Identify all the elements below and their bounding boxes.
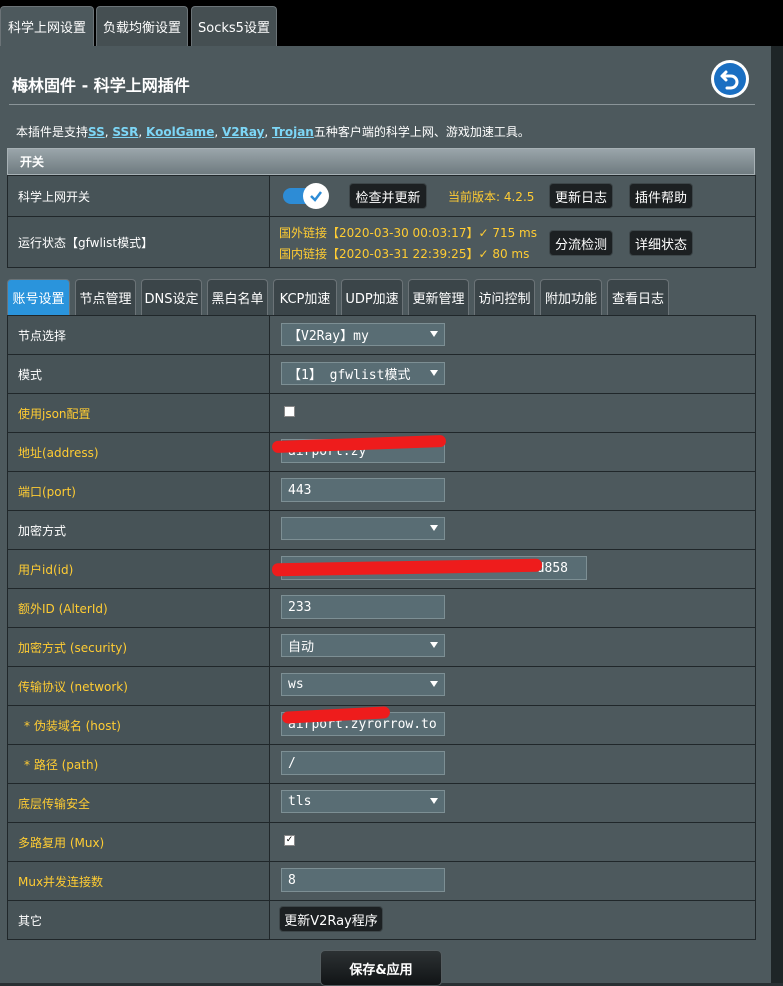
link-koolgame[interactable]: KoolGame xyxy=(146,125,214,139)
tab-extra-features[interactable]: 附加功能 xyxy=(540,279,602,315)
tab-kcp[interactable]: KCP加速 xyxy=(273,279,337,315)
update-v2ray-button[interactable]: 更新V2Ray程序 xyxy=(279,906,383,932)
save-apply-button[interactable]: 保存&应用 xyxy=(320,950,442,986)
mode-value: 【1】 gfwlist模式 xyxy=(288,368,411,383)
alter-id-input[interactable]: 233 xyxy=(281,595,445,619)
tab-socks5[interactable]: Socks5设置 xyxy=(191,6,277,46)
mux-concurrency-input[interactable]: 8 xyxy=(281,868,445,892)
tab-dns-settings[interactable]: DNS设定 xyxy=(141,279,202,315)
description-prefix: 本插件是支持 xyxy=(16,125,89,139)
tab-account-settings[interactable]: 账号设置 xyxy=(7,279,70,315)
chevron-down-icon xyxy=(430,642,438,648)
foreign-status: 国外链接【2020-03-30 00:03:17】✓ 715 ms xyxy=(279,226,537,240)
row-label-mux: 多路复用 (Mux) xyxy=(7,822,270,862)
plugin-description: 本插件是支持SS, SSR, KoolGame, V2Ray, Trojan五种… xyxy=(16,125,530,139)
row-label-port: 端口(port) xyxy=(7,471,270,511)
path-input[interactable]: / xyxy=(281,751,445,775)
tls-value: tls xyxy=(288,794,312,809)
node-select-value: 【V2Ray】my xyxy=(288,329,369,344)
tab-load-balance[interactable]: 负载均衡设置 xyxy=(96,6,188,46)
run-status-label: 运行状态【gfwlist模式】 xyxy=(7,216,270,268)
mode-dropdown[interactable]: 【1】 gfwlist模式 xyxy=(281,362,445,385)
row-value-cell xyxy=(269,822,756,862)
chevron-down-icon xyxy=(430,331,438,337)
security-value: 自动 xyxy=(288,640,315,655)
row-label-use-json: 使用json配置 xyxy=(7,393,270,433)
tab-proxy-settings[interactable]: 科学上网设置 xyxy=(0,6,94,46)
tab-view-logs[interactable]: 查看日志 xyxy=(607,279,669,315)
switch-section-header: 开关 xyxy=(7,148,755,175)
link-v2ray[interactable]: V2Ray xyxy=(222,125,264,139)
row-label-encryption: 加密方式 xyxy=(7,510,270,550)
row-label-tls: 底层传输安全 xyxy=(7,783,270,823)
tab-node-management[interactable]: 节点管理 xyxy=(75,279,136,315)
check-update-button[interactable]: 检查并更新 xyxy=(349,183,427,209)
link-ssr[interactable]: SSR xyxy=(112,125,138,139)
use-json-checkbox[interactable] xyxy=(284,406,295,417)
link-ss[interactable]: SS xyxy=(88,125,105,139)
account-settings-table: 节点选择 模式 使用json配置 地址(address) 端口(port) 加密… xyxy=(7,315,756,940)
check-icon xyxy=(303,183,329,209)
port-input[interactable]: 443 xyxy=(281,478,445,502)
encryption-dropdown[interactable] xyxy=(281,517,445,540)
proxy-toggle[interactable] xyxy=(283,183,329,209)
split-detect-button[interactable]: 分流检测 xyxy=(549,230,613,256)
tab-access-control[interactable]: 访问控制 xyxy=(474,279,535,315)
tab-udp[interactable]: UDP加速 xyxy=(341,279,403,315)
chevron-down-icon xyxy=(430,798,438,804)
row-label-mode: 模式 xyxy=(7,354,270,394)
node-select-dropdown[interactable]: 【V2Ray】my xyxy=(281,323,445,346)
page-title: 梅林固件 - 科学上网插件 xyxy=(12,76,190,95)
row-label-user-id: 用户id(id) xyxy=(7,549,270,589)
chevron-down-icon xyxy=(430,370,438,376)
chevron-down-icon xyxy=(430,681,438,687)
back-arrow-icon xyxy=(714,63,746,95)
row-value-cell xyxy=(269,393,756,433)
right-scroll-gutter xyxy=(771,46,783,983)
security-dropdown[interactable]: 自动 xyxy=(281,634,445,657)
row-label-node-select: 节点选择 xyxy=(7,315,270,355)
network-dropdown[interactable]: ws xyxy=(281,673,445,696)
row-label-network: 传输协议 (network) xyxy=(7,666,270,706)
title-divider xyxy=(9,104,755,105)
row-label-other: 其它 xyxy=(7,900,270,940)
top-tab-bar: 科学上网设置 负载均衡设置 Socks5设置 xyxy=(0,0,783,46)
link-trojan[interactable]: Trojan xyxy=(272,125,314,139)
tab-update-management[interactable]: 更新管理 xyxy=(408,279,469,315)
detail-status-button[interactable]: 详细状态 xyxy=(629,230,693,256)
row-label-security: 加密方式 (security) xyxy=(7,627,270,667)
row-label-address: 地址(address) xyxy=(7,432,270,472)
tab-black-white-list[interactable]: 黑白名单 xyxy=(207,279,268,315)
chevron-down-icon xyxy=(430,525,438,531)
back-button[interactable] xyxy=(711,60,749,98)
mux-checkbox[interactable]: ✓ xyxy=(284,835,295,846)
switch-label: 科学上网开关 xyxy=(7,175,270,217)
domestic-status: 国内链接【2020-03-31 22:39:25】✓ 80 ms xyxy=(279,247,530,261)
row-label-host: * 伪装域名 (host) xyxy=(7,705,270,745)
description-suffix: 五种客户端的科学上网、游戏加速工具。 xyxy=(313,125,530,139)
version-text: 当前版本: 4.2.5 xyxy=(448,190,535,204)
network-value: ws xyxy=(288,677,304,692)
row-label-alter-id: 额外ID (AlterId) xyxy=(7,588,270,628)
plugin-help-button[interactable]: 插件帮助 xyxy=(629,183,693,209)
row-label-path: * 路径 (path) xyxy=(7,744,270,784)
tls-dropdown[interactable]: tls xyxy=(281,790,445,813)
changelog-button[interactable]: 更新日志 xyxy=(549,183,613,209)
row-label-mux-concurrency: Mux并发连接数 xyxy=(7,861,270,901)
